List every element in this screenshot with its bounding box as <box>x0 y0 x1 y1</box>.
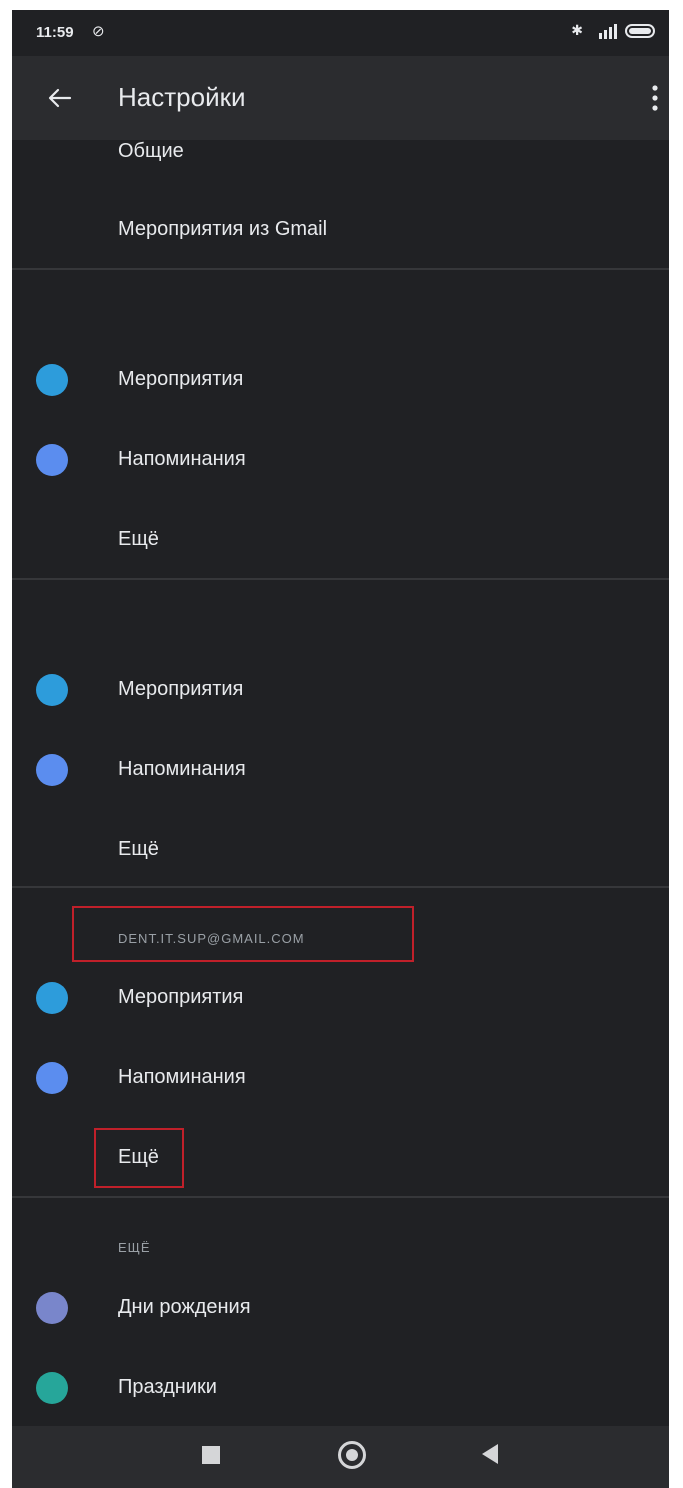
calendar-item-holidays[interactable]: Праздники <box>12 1348 669 1428</box>
calendar-item-label: Дни рождения <box>118 1296 251 1318</box>
status-time: 11:59 <box>36 24 74 41</box>
highlight-box-more <box>94 1128 184 1188</box>
calendar-item-reminders[interactable]: Напоминания <box>12 420 669 500</box>
calendar-item-label: Напоминания <box>118 758 246 780</box>
calendar-item-reminders[interactable]: Напоминания <box>12 1038 669 1118</box>
phone-screen: 11:59 ⊘ ✱ Настройки Общие Мероприятия из… <box>12 10 669 1488</box>
calendar-color-dot <box>36 444 68 476</box>
highlight-box-account <box>72 906 414 962</box>
divider <box>12 886 669 888</box>
system-nav-bar <box>12 1426 669 1488</box>
divider <box>12 578 669 580</box>
settings-item-label: Мероприятия из Gmail <box>118 218 328 240</box>
section-header-more: ЕЩЁ <box>118 1240 151 1255</box>
settings-item-label: Общие <box>118 140 184 162</box>
calendar-item-label: Мероприятия <box>118 986 244 1008</box>
calendar-item-more[interactable]: Ещё <box>12 500 669 580</box>
divider <box>12 268 669 270</box>
home-button[interactable] <box>338 1441 366 1469</box>
dnd-off-icon: ⊘ <box>92 23 105 40</box>
back-nav-button[interactable] <box>482 1444 498 1464</box>
page-title: Настройки <box>118 82 246 112</box>
settings-item-gmail-events[interactable]: Мероприятия из Gmail <box>12 190 669 270</box>
calendar-item-events[interactable]: Мероприятия <box>12 650 669 730</box>
calendar-item-label: Ещё <box>118 838 159 860</box>
calendar-color-dot <box>36 1372 68 1404</box>
calendar-color-dot <box>36 754 68 786</box>
calendar-color-dot <box>36 674 68 706</box>
signal-icon <box>599 23 617 39</box>
bluetooth-icon: ✱ <box>571 22 583 38</box>
calendar-item-reminders[interactable]: Напоминания <box>12 730 669 810</box>
calendar-item-events[interactable]: Мероприятия <box>12 958 669 1038</box>
status-bar: 11:59 ⊘ ✱ <box>12 10 669 56</box>
calendar-color-dot <box>36 982 68 1014</box>
calendar-color-dot <box>36 1292 68 1324</box>
recents-button[interactable] <box>202 1446 220 1464</box>
arrow-back-icon <box>48 88 72 108</box>
calendar-item-more[interactable]: Ещё <box>12 810 669 890</box>
more-vert-icon <box>652 85 658 111</box>
calendar-item-label: Мероприятия <box>118 678 244 700</box>
calendar-item-label: Ещё <box>118 528 159 550</box>
status-icons: ✱ <box>571 22 655 39</box>
calendar-item-events[interactable]: Мероприятия <box>12 340 669 420</box>
battery-icon <box>625 23 655 38</box>
calendar-item-label: Напоминания <box>118 448 246 470</box>
calendar-item-birthdays[interactable]: Дни рождения <box>12 1268 669 1348</box>
divider <box>12 1196 669 1198</box>
calendar-color-dot <box>36 364 68 396</box>
calendar-color-dot <box>36 1062 68 1094</box>
calendar-item-label: Мероприятия <box>118 368 244 390</box>
settings-item-general[interactable]: Общие <box>12 112 669 192</box>
calendar-item-label: Праздники <box>118 1376 217 1398</box>
calendar-item-label: Напоминания <box>118 1066 246 1088</box>
